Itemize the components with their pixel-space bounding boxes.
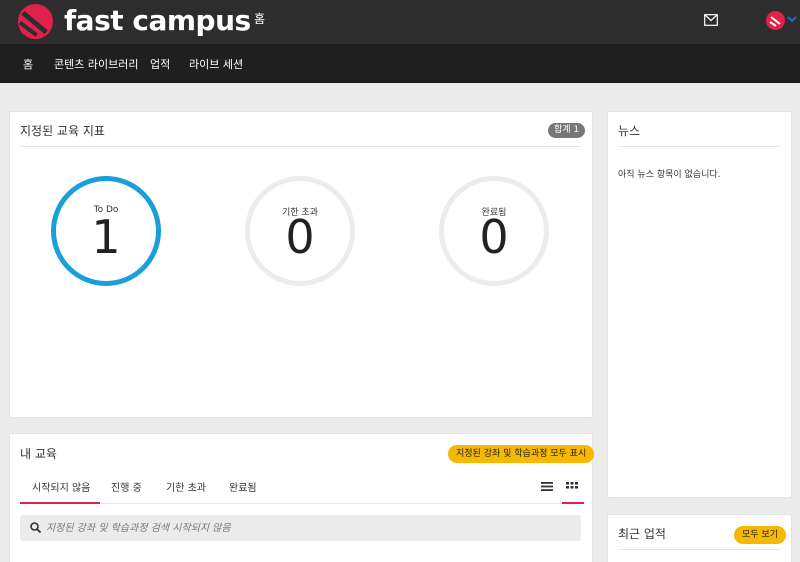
fastcampus-logo-icon[interactable]: [17, 3, 54, 40]
total-badge: 합계 1: [548, 123, 586, 138]
grid-view-icon[interactable]: [566, 481, 578, 492]
nav-item-live-sessions[interactable]: 라이브 세션: [189, 56, 243, 72]
overdue-count: 0: [285, 210, 315, 264]
page-label: 홈: [254, 12, 266, 26]
tab-in-progress[interactable]: 진행 중: [111, 479, 142, 494]
user-avatar[interactable]: [766, 11, 785, 30]
main-nav: 홈 콘텐츠 라이브러리 업적 라이브 세션: [0, 44, 800, 83]
card-divider: [618, 146, 780, 147]
tab-overdue[interactable]: 기한 초과: [166, 479, 206, 494]
tabs-divider: [20, 503, 581, 504]
top-bar: fast campus 홈: [0, 0, 800, 44]
chevron-down-icon[interactable]: [786, 14, 798, 24]
search-input[interactable]: [46, 520, 546, 536]
completed-count: 0: [479, 210, 509, 264]
nav-item-achievements[interactable]: 업적: [150, 56, 170, 72]
news-empty-text: 아직 뉴스 항목이 없습니다.: [618, 170, 721, 180]
search-icon: [30, 522, 41, 533]
active-view-indicator: [562, 502, 584, 504]
tab-completed[interactable]: 완료됨: [229, 479, 257, 494]
learning-search: [20, 515, 581, 541]
nav-item-home[interactable]: 홈: [23, 56, 33, 72]
news-title: 뉴스: [618, 124, 641, 138]
todo-count: 1: [91, 210, 121, 264]
assigned-metrics-title: 지정된 교육 지표: [20, 124, 105, 138]
recent-achievements-title: 최근 업적: [618, 527, 666, 541]
list-view-icon[interactable]: [541, 481, 553, 492]
mail-icon[interactable]: [704, 14, 718, 26]
my-learning-title: 내 교육: [20, 447, 57, 461]
view-all-button[interactable]: 모두 보기: [734, 526, 786, 544]
tab-not-started[interactable]: 시작되지 않음: [32, 479, 90, 494]
active-tab-indicator: [20, 502, 100, 504]
nav-item-content-library[interactable]: 콘텐츠 라이브러리: [54, 56, 138, 72]
card-divider: [618, 549, 780, 550]
show-all-assigned-button[interactable]: 지정된 강좌 및 학습과정 모두 표시: [448, 445, 595, 463]
card-divider: [20, 146, 581, 147]
brand-name[interactable]: fast campus: [64, 3, 251, 39]
